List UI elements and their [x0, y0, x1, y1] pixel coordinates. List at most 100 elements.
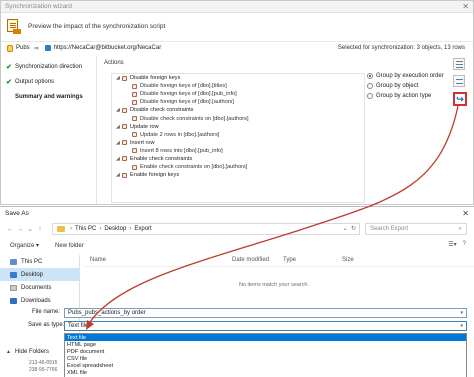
action-icon [132, 83, 137, 89]
export-button[interactable]: ↪ [453, 92, 467, 106]
option-label: Group by execution order [376, 73, 444, 79]
group-by-execution-order-radio[interactable]: Group by execution order [367, 71, 457, 81]
tree-group-node[interactable]: ◢ Enable foreign keys [112, 171, 364, 179]
address-bar[interactable]: › This PC › Desktop › Export ⌄ ↻ [52, 223, 360, 235]
save-as-dialog: Save As ✕ ← → ⌄ ↑ › This PC › Desktop › … [0, 206, 474, 377]
nav-item-this-pc[interactable]: This PC [0, 255, 79, 268]
step-output-options[interactable]: ✔ Output options [1, 74, 96, 89]
file-type-option[interactable]: PDF document [65, 348, 466, 355]
nav-item-documents[interactable]: Documents [0, 281, 79, 294]
hide-folders-button[interactable]: ▲ Hide Folders [6, 349, 49, 355]
search-icon: ⌕ [458, 225, 462, 232]
tree-group-node[interactable]: ◢ Disable check constraints [112, 106, 364, 114]
close-icon[interactable]: ✕ [462, 209, 469, 218]
step-label: Synchronization direction [15, 63, 83, 70]
address-controls[interactable]: ⌄ ↻ [343, 225, 356, 232]
wizard-steps: ✔ Synchronization direction ✔ Output opt… [1, 56, 97, 204]
file-type-option[interactable]: CSV file [65, 355, 466, 362]
documents-icon [10, 284, 17, 291]
organize-button[interactable]: Organize ▾ [10, 242, 39, 249]
tree-action-node[interactable]: Disable foreign keys of [dbo].[pub_info] [112, 90, 364, 98]
column-name[interactable]: Name [90, 257, 106, 263]
synchronization-wizard-window: Synchronization wizard ✕ Preview the imp… [0, 0, 474, 205]
file-type-option[interactable]: XML file [65, 369, 466, 376]
tree-group-node[interactable]: ◢ Insert row [112, 139, 364, 147]
up-arrow-icon[interactable]: ↑ [35, 226, 45, 233]
view-controls: ☰▾ ? [448, 241, 466, 248]
file-type-option[interactable]: Excel spreadsheet [65, 362, 466, 369]
close-icon[interactable]: ✕ [462, 2, 469, 11]
expand-all-button[interactable] [453, 58, 465, 70]
new-folder-button[interactable]: New folder [55, 243, 84, 249]
column-size[interactable]: Size [342, 257, 354, 263]
chevron-down-icon[interactable]: ▾ [460, 323, 463, 329]
view-options-icon[interactable]: ☰▾ [448, 241, 456, 248]
repository-icon [44, 45, 51, 51]
action-icon [122, 107, 127, 113]
action-icon [132, 132, 137, 138]
file-type-dropdown-list[interactable]: Text file HTML page PDF document CSV file Ex… [64, 333, 467, 377]
tree-action-node[interactable]: Disable foreign keys of [dbo].[titles] [112, 82, 364, 90]
file-type-option[interactable]: HTML page [65, 341, 466, 348]
save-options: File name: Pubs_pubs_actions_by order ▾ … [0, 307, 474, 377]
tree-node-label: Update 2 rows in [dbo].[authors] [140, 131, 220, 138]
tree-action-node[interactable]: Insert 8 rows into [dbo].[pub_info] [112, 147, 364, 155]
breadcrumb-export[interactable]: Export [134, 226, 151, 232]
navigation-bar: ← → ⌄ ↑ › This PC › Desktop › Export ⌄ ↻… [0, 221, 474, 237]
file-name-label: File name: [32, 309, 61, 315]
action-icon [122, 124, 127, 130]
tree-node-label: Disable foreign keys of [dbo].[titles] [140, 83, 227, 90]
sync-direction-info: Pubs ⇒ https://NecaCar@bitbucket.org/Nec… [1, 41, 473, 54]
step-synchronization-direction[interactable]: ✔ Synchronization direction [1, 59, 96, 74]
file-name-value: Pubs_pubs_actions_by order [68, 310, 146, 316]
tree-action-node[interactable]: Disable check constraints on [dbo].[auth… [112, 114, 364, 122]
actions-tree[interactable]: ◢ Disable foreign keys Disable foreign key… [111, 73, 365, 203]
save-as-type-label: Save as type: [28, 322, 65, 328]
chevron-up-icon: ▲ [6, 349, 11, 355]
actions-panel: Actions ◢ Disable foreign keys Disable for… [101, 56, 367, 204]
folder-icon [57, 226, 65, 232]
tree-action-node[interactable]: Disable foreign keys of [dbo].[authors] [112, 98, 364, 106]
action-icon [132, 148, 137, 154]
tree-group-node[interactable]: ◢ Enable check constraints [112, 155, 364, 163]
recent-locations-icon[interactable]: ⌄ [25, 225, 35, 233]
step-summary-and-warnings[interactable]: Summary and warnings [1, 89, 96, 104]
tree-group-node[interactable]: ◢ Update row [112, 123, 364, 131]
computer-icon [10, 258, 17, 265]
action-icon [132, 164, 137, 170]
tree-node-label: Disable foreign keys [130, 75, 181, 82]
group-by-action-type-radio[interactable]: Group by action type [367, 91, 457, 101]
tree-node-label: Disable check constraints on [dbo].[auth… [140, 115, 249, 122]
column-date-modified[interactable]: Date modified [232, 257, 269, 263]
action-icon [122, 140, 127, 146]
action-icon [132, 91, 137, 97]
option-label: Group by object [376, 83, 419, 89]
tree-action-node[interactable]: Enable check constraints on [dbo].[autho… [112, 163, 364, 171]
wizard-subtitle: Preview the impact of the synchronizatio… [28, 23, 166, 30]
tree-action-node[interactable]: Update 2 rows in [dbo].[authors] [112, 131, 364, 139]
group-by-object-radio[interactable]: Group by object [367, 81, 457, 91]
breadcrumb-desktop[interactable]: Desktop [104, 226, 126, 232]
forward-arrow-icon[interactable]: → [15, 226, 25, 233]
tree-node-label: Disable check constraints [130, 107, 194, 114]
search-placeholder: Search Export [370, 226, 409, 232]
file-name-input[interactable]: Pubs_pubs_actions_by order ▾ [64, 308, 467, 318]
file-type-option[interactable]: Text file [65, 334, 466, 341]
nav-item-desktop[interactable]: Desktop [0, 268, 79, 281]
desktop-icon [10, 271, 17, 278]
search-box[interactable]: Search Export ⌕ [365, 223, 467, 235]
radio-icon [367, 93, 373, 99]
nav-item-downloads[interactable]: Downloads [0, 294, 79, 307]
actions-label: Actions [104, 60, 124, 66]
save-as-type-select[interactable]: Text file ▾ [64, 321, 467, 331]
chevron-down-icon[interactable]: ▾ [460, 310, 463, 316]
radio-selected-icon [367, 73, 373, 79]
tree-node-label: Enable check constraints [130, 155, 193, 162]
action-icon [122, 172, 127, 178]
breadcrumb-this-pc[interactable]: This PC [75, 226, 96, 232]
help-icon[interactable]: ? [463, 241, 466, 248]
collapse-all-button[interactable] [453, 75, 465, 87]
column-type[interactable]: Type [283, 257, 296, 263]
back-arrow-icon[interactable]: ← [5, 226, 15, 233]
tree-group-node[interactable]: ◢ Disable foreign keys [112, 74, 364, 82]
